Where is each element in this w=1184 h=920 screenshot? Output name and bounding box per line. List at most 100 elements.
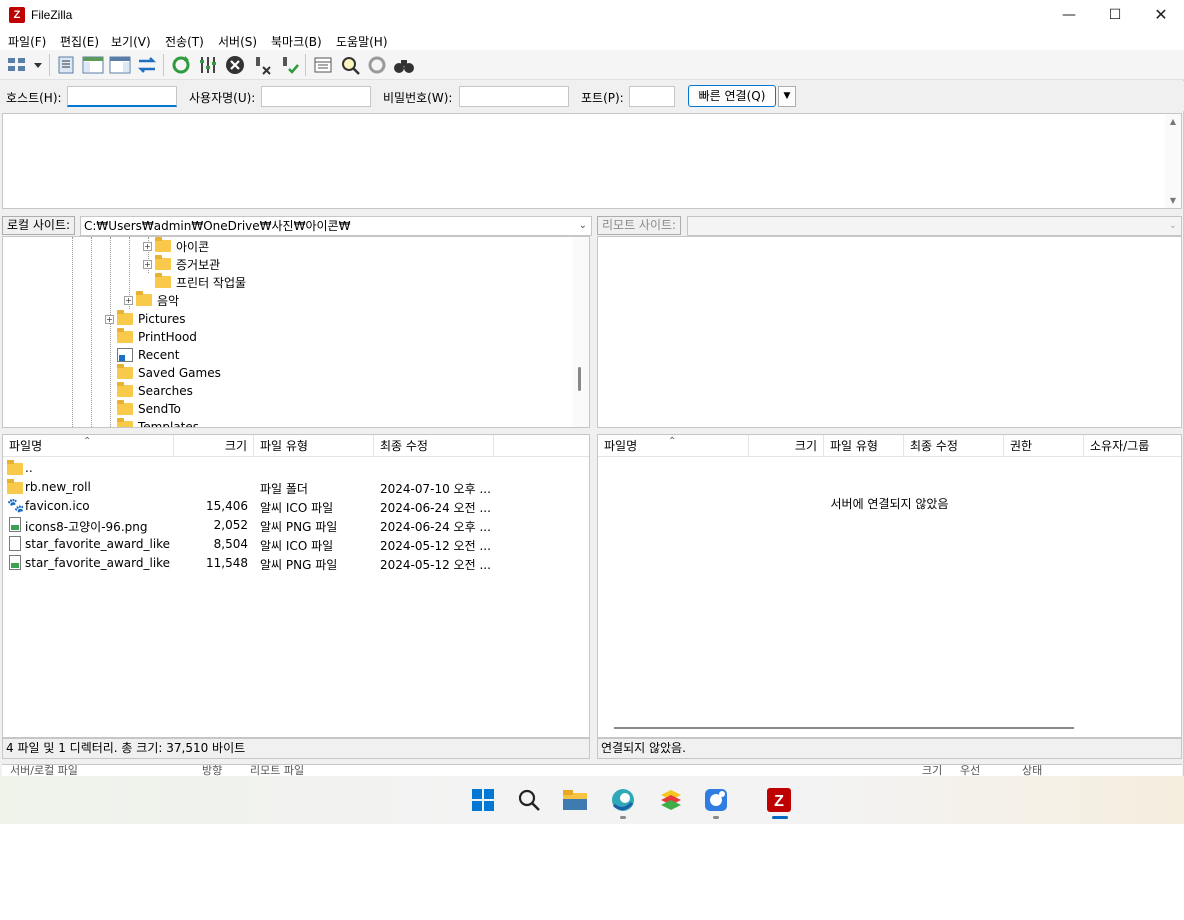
menu-edit[interactable]: 편집(E) (60, 33, 99, 50)
username-input[interactable] (261, 86, 371, 107)
quickconnect-button[interactable]: 빠른 연결(Q) (688, 85, 776, 107)
menu-file[interactable]: 파일(F) (8, 33, 46, 50)
remote-directory-tree[interactable] (597, 236, 1182, 428)
tree-item-saved-games[interactable]: Saved Games (117, 364, 221, 382)
tree-item-label: 프린터 작업물 (176, 275, 247, 290)
tree-item-label: SendTo (138, 402, 181, 416)
message-log[interactable]: ▲ ▼ (2, 113, 1182, 209)
remote-file-list-header: 파일명 ⌃ 크기 파일 유형 최종 수정 권한 소유자/그룹 (598, 435, 1181, 457)
tree-item-printhood[interactable]: PrintHood (117, 328, 197, 346)
filter-icon[interactable] (311, 53, 335, 77)
menu-view[interactable]: 보기(V) (111, 33, 151, 50)
queue-column-remote[interactable]: 리모트 파일 (250, 765, 304, 776)
scroll-thumb[interactable] (578, 367, 581, 391)
compare-icon[interactable] (338, 53, 362, 77)
column-header-size[interactable]: 크기 (174, 435, 254, 457)
filezilla-icon[interactable]: Z (766, 787, 792, 813)
column-header-modified[interactable]: 최종 수정 (904, 435, 1004, 457)
local-site-bar: 로컬 사이트: C:₩Users₩admin₩OneDrive₩사진₩아이콘₩ … (2, 214, 592, 236)
file-row[interactable]: star_favorite_award_like_i... 8,504 알씨 I… (3, 535, 589, 554)
quickconnect-dropdown-button[interactable]: ▼ (778, 86, 796, 107)
toggle-queue-icon[interactable] (135, 53, 159, 77)
password-input[interactable] (459, 86, 569, 107)
queue-column-direction[interactable]: 방향 (202, 765, 222, 776)
local-file-list[interactable]: 파일명 ⌃ 크기 파일 유형 최종 수정 .. rb.new_roll 파일 폴더… (2, 434, 590, 738)
scroll-down-icon[interactable]: ▼ (1165, 196, 1181, 205)
sync-browse-icon[interactable] (365, 53, 389, 77)
maximize-button[interactable]: ☐ (1092, 0, 1138, 30)
host-input[interactable] (67, 86, 177, 107)
column-header-filename[interactable]: 파일명 ⌃ (598, 435, 749, 457)
file-row[interactable]: 🐾 favicon.ico 15,406 알씨 ICO 파일 2024-06-2… (3, 497, 589, 516)
refresh-icon[interactable] (169, 53, 193, 77)
column-header-permissions[interactable]: 권한 (1004, 435, 1084, 457)
file-row[interactable]: star_favorite_award_like_i... 11,548 알씨 … (3, 554, 589, 573)
cancel-icon[interactable] (223, 53, 247, 77)
file-row[interactable]: rb.new_roll 파일 폴더 2024-07-10 오후 ... (3, 478, 589, 497)
disconnect-icon[interactable] (250, 53, 274, 77)
queue-column-status[interactable]: 상태 (1022, 765, 1042, 776)
tree-item-pictures[interactable]: + Pictures (105, 310, 186, 328)
svg-text:Z: Z (774, 793, 784, 810)
column-header-size[interactable]: 크기 (749, 435, 824, 457)
column-header-type[interactable]: 파일 유형 (824, 435, 904, 457)
tree-item-printer-work[interactable]: 프린터 작업물 (155, 273, 246, 291)
column-header-modified[interactable]: 최종 수정 (374, 435, 494, 457)
expand-icon[interactable]: + (105, 314, 114, 324)
browser-icon[interactable] (610, 787, 636, 813)
start-icon[interactable] (470, 787, 496, 813)
menu-bookmarks[interactable]: 북마크(B) (271, 33, 322, 50)
toggle-log-icon[interactable] (54, 53, 78, 77)
column-header-owner[interactable]: 소유자/그룹 (1084, 435, 1181, 457)
tree-item-music[interactable]: + 음악 (124, 291, 179, 309)
toggle-remote-tree-icon[interactable] (108, 53, 132, 77)
file-row[interactable]: icons8-고양이-96.png 2,052 알씨 PNG 파일 2024-0… (3, 516, 589, 535)
messenger-icon[interactable] (703, 787, 729, 813)
local-path-combobox[interactable]: C:₩Users₩admin₩OneDrive₩사진₩아이콘₩ ⌄ (80, 216, 592, 236)
close-button[interactable]: ✕ (1138, 0, 1184, 30)
bluestacks-icon[interactable] (658, 787, 684, 813)
menu-transfer[interactable]: 전송(T) (165, 33, 204, 50)
remote-path-combobox[interactable]: ⌄ (687, 216, 1182, 236)
queue-column-local[interactable]: 서버/로컬 파일 (10, 765, 78, 776)
tree-item-evidence[interactable]: + 증거보관 (143, 255, 220, 273)
file-modified: 2024-05-12 오전 ... (380, 539, 491, 553)
search-icon[interactable] (392, 53, 416, 77)
horizontal-scrollbar[interactable] (614, 727, 1074, 729)
scroll-up-icon[interactable]: ▲ (1165, 117, 1181, 126)
expand-icon[interactable]: + (143, 241, 152, 251)
process-queue-icon[interactable] (196, 53, 220, 77)
chevron-down-icon[interactable]: ⌄ (579, 217, 587, 235)
local-directory-tree[interactable]: + 아이콘 + 증거보관 프린터 작업물 + 음악 + Pictures Pri… (2, 236, 590, 428)
queue-column-size[interactable]: 크기 (922, 765, 942, 776)
file-row[interactable]: .. (3, 459, 589, 478)
tree-item-templates[interactable]: Templates (117, 418, 199, 427)
file-modified: 2024-07-10 오후 ... (380, 482, 491, 496)
search-icon[interactable] (516, 787, 542, 813)
tree-item-recent[interactable]: Recent (117, 346, 179, 364)
file-explorer-icon[interactable] (562, 787, 588, 813)
tree-item-icons[interactable]: + 아이콘 (143, 237, 209, 255)
menu-server[interactable]: 서버(S) (218, 33, 257, 50)
minimize-button[interactable]: — (1046, 0, 1092, 30)
port-input[interactable] (629, 86, 675, 107)
log-scrollbar[interactable]: ▲ ▼ (1165, 114, 1181, 208)
remote-file-list[interactable]: 파일명 ⌃ 크기 파일 유형 최종 수정 권한 소유자/그룹 서버에 연결되지 않… (597, 434, 1182, 738)
menu-help[interactable]: 도움말(H) (336, 33, 388, 50)
column-header-type[interactable]: 파일 유형 (254, 435, 374, 457)
file-type: 알씨 PNG 파일 (260, 520, 338, 534)
remote-site-label: 리모트 사이트: (597, 216, 682, 235)
column-header-filename[interactable]: 파일명 ⌃ (3, 435, 174, 457)
tree-scrollbar[interactable] (573, 237, 589, 427)
queue-column-priority[interactable]: 우선 (960, 765, 980, 776)
toggle-local-tree-icon[interactable] (81, 53, 105, 77)
chevron-down-icon[interactable]: ⌄ (1169, 217, 1177, 235)
expand-icon[interactable]: + (124, 295, 133, 305)
site-manager-icon[interactable] (4, 53, 44, 77)
tree-item-sendto[interactable]: SendTo (117, 400, 181, 418)
expand-icon[interactable]: + (143, 259, 152, 269)
tree-item-searches[interactable]: Searches (117, 382, 193, 400)
reconnect-icon[interactable] (277, 53, 301, 77)
file-name: rb.new_roll (25, 480, 91, 494)
folder-icon (7, 479, 23, 494)
